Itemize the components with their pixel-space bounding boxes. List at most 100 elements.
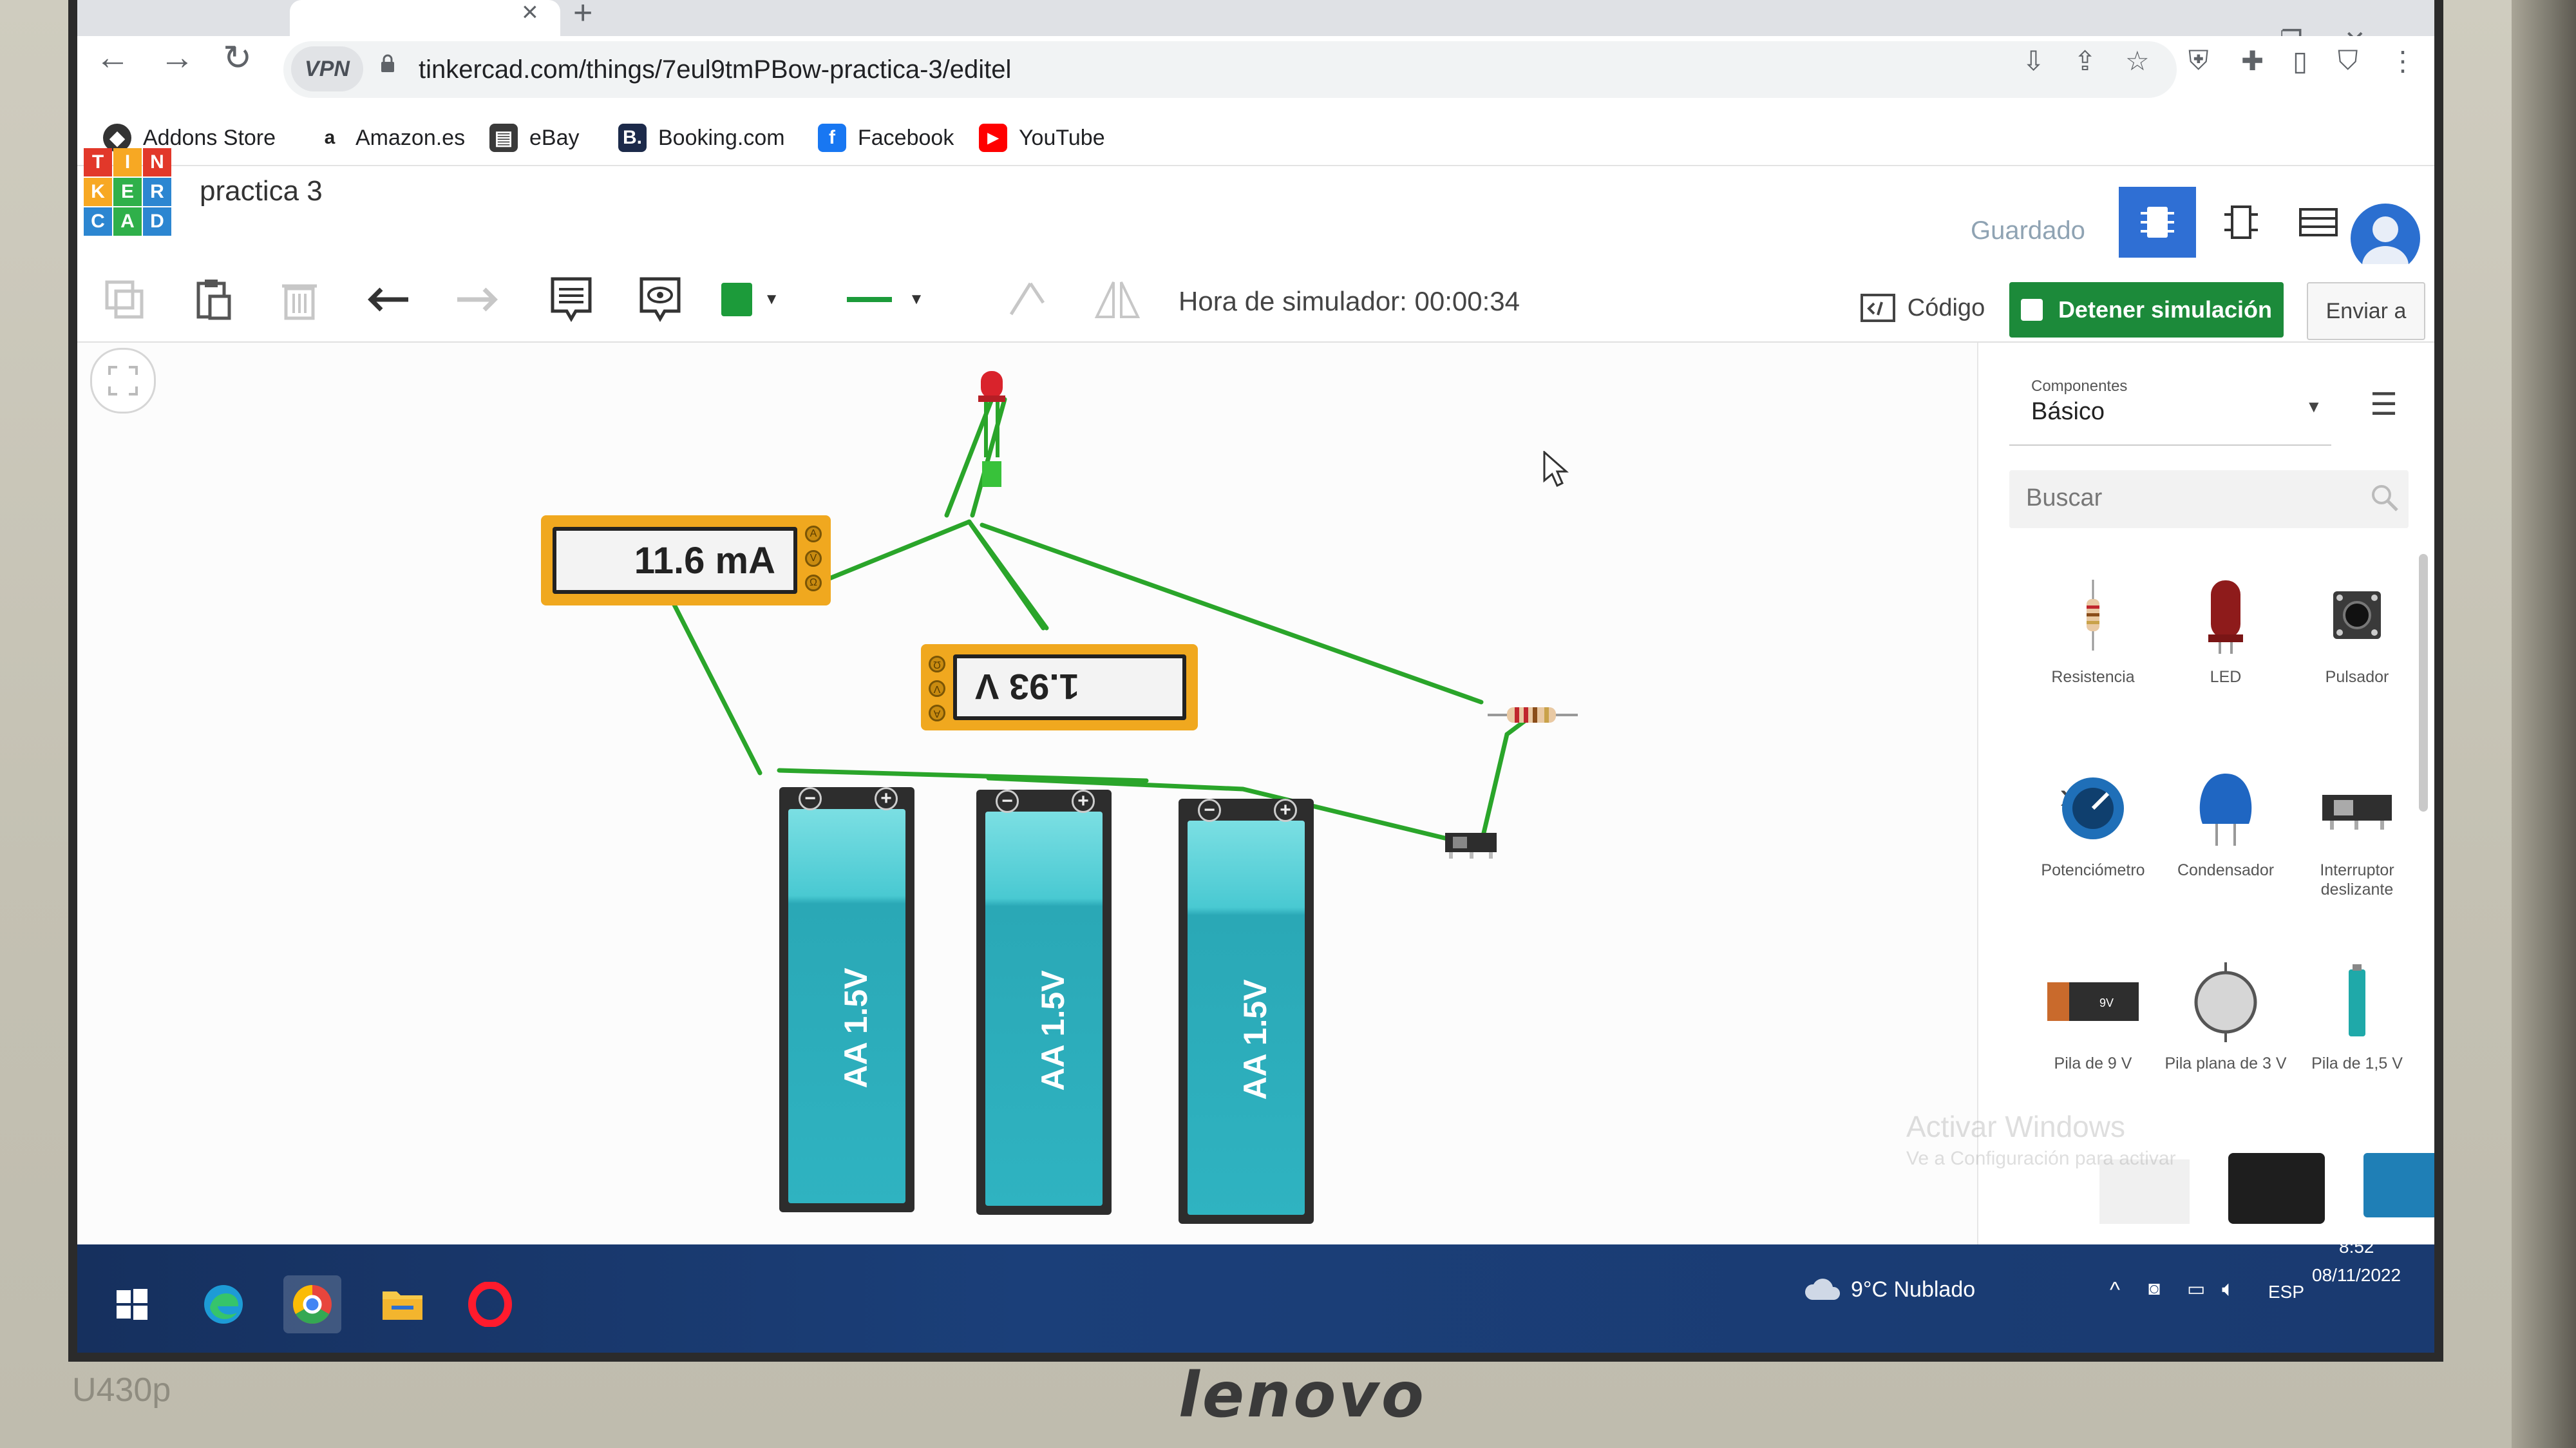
component-coin-cell[interactable]: Pila plana de 3 V bbox=[2161, 953, 2290, 1073]
tab-close-icon[interactable]: × bbox=[522, 0, 538, 28]
weather-widget[interactable]: 9°C Nublado bbox=[1803, 1277, 1975, 1302]
component-battery-9v[interactable]: 9V Pila de 9 V bbox=[2029, 953, 2157, 1073]
note-visibility-icon[interactable] bbox=[631, 271, 689, 329]
install-icon[interactable]: ⇩ bbox=[2022, 45, 2045, 77]
component-resistor[interactable]: Resistencia bbox=[2029, 567, 2157, 687]
component-pushbutton[interactable]: Pulsador bbox=[2293, 567, 2421, 687]
search-placeholder: Buscar bbox=[2026, 484, 2103, 511]
browser-tab[interactable] bbox=[290, 0, 560, 36]
list-view-icon[interactable]: ☰ bbox=[2370, 386, 2398, 423]
schematic-view-button[interactable] bbox=[2202, 187, 2280, 258]
taskbar-opera[interactable] bbox=[461, 1275, 519, 1333]
led-red[interactable] bbox=[963, 367, 1021, 535]
shield-extension-icon[interactable]: ⛨ bbox=[2188, 45, 2209, 77]
voltmeter-terminal-ohm[interactable]: Ω bbox=[929, 656, 945, 672]
puzzle-extension-icon[interactable]: ✚ bbox=[2241, 45, 2264, 77]
language-indicator[interactable]: ESP bbox=[2268, 1282, 2304, 1302]
stop-icon bbox=[2020, 299, 2043, 321]
meet-now-icon[interactable]: ◙ bbox=[2148, 1278, 2160, 1300]
component-slide-switch[interactable]: Interruptor deslizante bbox=[2293, 760, 2421, 899]
circuit-view-button[interactable] bbox=[2119, 187, 2196, 258]
component-led[interactable]: LED bbox=[2161, 567, 2290, 687]
delete-icon[interactable] bbox=[270, 271, 328, 329]
component-list-button[interactable] bbox=[2280, 187, 2357, 258]
voltmeter[interactable]: 1.93 V A V Ω bbox=[921, 644, 1198, 730]
copy-icon[interactable] bbox=[95, 271, 153, 329]
component-capacitor[interactable]: Condensador bbox=[2161, 760, 2290, 880]
taskbar-edge[interactable] bbox=[194, 1275, 252, 1333]
battery-positive-terminal[interactable]: + bbox=[1274, 799, 1297, 822]
clock-date[interactable]: 08/11/2022 bbox=[2312, 1265, 2401, 1286]
network-icon[interactable]: ▭ bbox=[2187, 1278, 2205, 1300]
stop-simulation-button[interactable]: Detener simulación bbox=[2009, 282, 2284, 338]
bookmark-youtube[interactable]: ▶ YouTube bbox=[979, 120, 1105, 156]
url-text[interactable]: tinkercad.com/things/7eul9tmPBow-practic… bbox=[419, 55, 1011, 84]
battery-positive-terminal[interactable]: + bbox=[875, 787, 898, 810]
taskbar-file-explorer[interactable] bbox=[374, 1275, 431, 1333]
paste-icon[interactable] bbox=[184, 271, 242, 329]
undo-icon[interactable] bbox=[361, 271, 419, 329]
tray-overflow-icon[interactable]: ^ bbox=[2110, 1278, 2120, 1303]
battery-label: AA 1.5V bbox=[1035, 970, 1071, 1091]
ammeter-terminal-ohm[interactable]: Ω bbox=[805, 575, 822, 591]
new-tab-icon[interactable]: + bbox=[573, 0, 592, 32]
battery-negative-terminal[interactable]: − bbox=[799, 787, 822, 810]
panel-scrollbar[interactable] bbox=[2419, 554, 2428, 812]
logo-letter: K bbox=[84, 178, 112, 206]
user-avatar[interactable] bbox=[2351, 204, 2420, 273]
send-to-button[interactable]: Enviar a bbox=[2307, 282, 2425, 340]
bookmark-booking[interactable]: B. Booking.com bbox=[618, 120, 785, 156]
logo-letter: T bbox=[84, 148, 112, 176]
microbit-icon[interactable] bbox=[2228, 1153, 2325, 1224]
cloud-icon bbox=[1804, 1279, 1841, 1300]
clock-time[interactable]: 8:52 bbox=[2339, 1237, 2374, 1257]
component-potentiometer[interactable]: Potenciómetro bbox=[2029, 760, 2157, 880]
battery-aa-2[interactable]: AA 1.5V − + bbox=[976, 790, 1112, 1215]
rotate-icon[interactable] bbox=[998, 271, 1056, 329]
taskbar-chrome[interactable] bbox=[283, 1275, 341, 1333]
sidebar-icon[interactable]: ▯ bbox=[2293, 45, 2307, 77]
wire-type-picker[interactable]: ▼ bbox=[837, 271, 934, 329]
back-icon[interactable]: ← bbox=[95, 37, 130, 77]
share-icon[interactable]: ⇪ bbox=[2074, 45, 2096, 77]
volume-icon[interactable]: 🔈︎ bbox=[2222, 1277, 2235, 1302]
ammeter[interactable]: 11.6 mA A V Ω bbox=[541, 515, 831, 605]
forward-icon[interactable]: → bbox=[160, 37, 194, 77]
flip-icon[interactable] bbox=[1088, 271, 1146, 329]
reload-icon[interactable]: ↻ bbox=[223, 37, 252, 78]
slide-switch[interactable] bbox=[1443, 828, 1501, 860]
ammeter-terminal-a[interactable]: A bbox=[805, 526, 822, 542]
bookmark-star-icon[interactable]: ☆ bbox=[2125, 45, 2150, 77]
bookmark-ebay[interactable]: ▤ eBay bbox=[489, 120, 580, 156]
vpn-shield-icon[interactable]: ⛉ bbox=[2338, 45, 2358, 77]
vpn-badge[interactable]: VPN bbox=[291, 46, 363, 91]
voltmeter-terminal-v[interactable]: V bbox=[929, 680, 945, 697]
ammeter-terminal-v[interactable]: V bbox=[805, 550, 822, 567]
opera-icon bbox=[468, 1282, 512, 1327]
component-label: Pila de 1,5 V bbox=[2311, 1054, 2403, 1072]
facebook-icon: f bbox=[818, 124, 846, 152]
resistor[interactable] bbox=[1488, 702, 1578, 728]
bookmark-facebook[interactable]: f Facebook bbox=[818, 120, 954, 156]
project-title[interactable]: practica 3 bbox=[200, 175, 323, 207]
start-button[interactable] bbox=[103, 1275, 161, 1333]
battery-negative-terminal[interactable]: − bbox=[996, 790, 1019, 813]
battery-body: AA 1.5V bbox=[985, 812, 1103, 1206]
redo-icon[interactable] bbox=[447, 271, 505, 329]
battery-negative-terminal[interactable]: − bbox=[1198, 799, 1221, 822]
menu-dots-icon[interactable]: ⋮ bbox=[2389, 45, 2416, 77]
tinkercad-logo[interactable]: T I N K E R C A D bbox=[84, 148, 171, 236]
wire-color-picker[interactable]: ▼ bbox=[721, 271, 779, 329]
bookmark-amazon[interactable]: a Amazon.es bbox=[316, 120, 465, 156]
code-button[interactable]: Código bbox=[1855, 278, 1990, 338]
arduino-icon[interactable] bbox=[2363, 1153, 2434, 1217]
voltmeter-terminal-a[interactable]: A bbox=[929, 705, 945, 721]
component-battery-aa[interactable]: Pila de 1,5 V bbox=[2293, 953, 2421, 1073]
notes-icon[interactable] bbox=[542, 271, 600, 329]
battery-positive-terminal[interactable]: + bbox=[1072, 790, 1095, 813]
resistor-icon bbox=[2087, 580, 2099, 651]
battery-aa-3[interactable]: AA 1.5V − + bbox=[1179, 799, 1314, 1224]
battery-aa-1[interactable]: AA 1.5V − + bbox=[779, 787, 914, 1212]
wire bbox=[827, 519, 972, 581]
search-icon[interactable] bbox=[2370, 483, 2400, 513]
